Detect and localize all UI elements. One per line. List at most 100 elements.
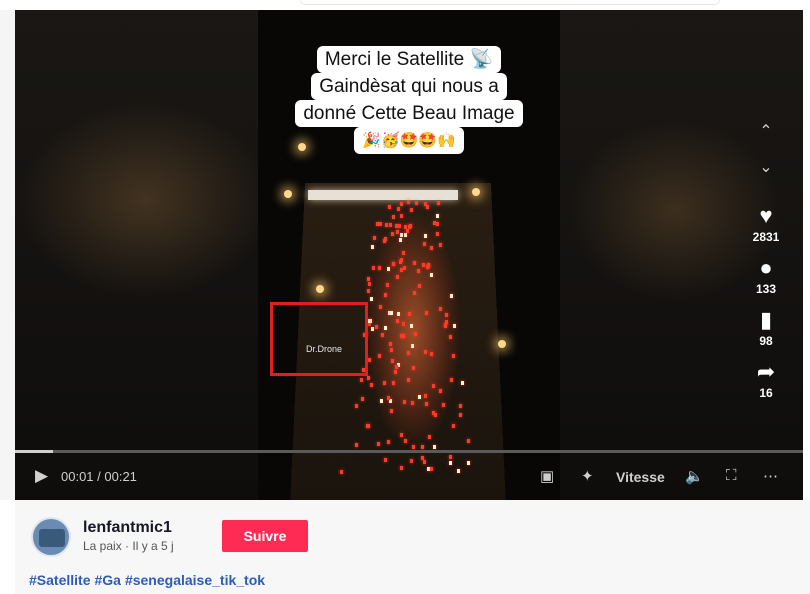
car-light: [388, 204, 392, 209]
car-light: [396, 318, 400, 323]
car-light: [386, 395, 390, 400]
car-light: [399, 213, 403, 218]
car-light: [407, 312, 411, 317]
car-light: [400, 267, 404, 272]
car-light: [448, 334, 452, 339]
volume-icon[interactable]: 🔈: [685, 467, 704, 485]
car-light: [442, 402, 446, 407]
car-light: [384, 293, 388, 298]
car-light: [409, 324, 413, 329]
car-light: [392, 215, 396, 220]
top-bar: [0, 0, 810, 10]
street-lamp: [284, 190, 292, 198]
street-lamp: [316, 285, 324, 293]
car-light: [390, 232, 394, 237]
car-light: [451, 353, 455, 358]
player-controls: ▶ 00:01 / 00:21 ▣ ✦ Vitesse 🔈 ⛶ ⋯: [15, 458, 803, 494]
car-light: [403, 265, 407, 270]
progress-fill: [15, 450, 53, 453]
hashtag-list: #Satellite #Ga #senegalaise_tik_tok: [29, 572, 269, 588]
more-icon[interactable]: ⋯: [763, 467, 778, 485]
car-light: [391, 359, 395, 364]
share-action[interactable]: ➦ 16: [735, 360, 797, 401]
car-light: [428, 434, 432, 439]
avatar-image: [39, 529, 65, 547]
car-light: [368, 358, 372, 363]
car-light: [366, 376, 370, 381]
car-light: [424, 311, 428, 316]
car-light: [421, 263, 425, 268]
comment-action[interactable]: ● 133: [735, 256, 797, 297]
video-caption: Merci le Satellite 📡 Gaindèsat qui nous …: [258, 46, 560, 154]
car-light: [366, 276, 370, 281]
bookmark-icon[interactable]: ▮: [735, 308, 797, 332]
chevron-down-icon[interactable]: ⌄: [735, 156, 797, 192]
car-light: [380, 399, 384, 404]
car-light: [396, 230, 400, 235]
follow-button[interactable]: Suivre: [222, 520, 308, 552]
car-light: [382, 381, 386, 386]
avatar[interactable]: [31, 517, 71, 557]
video-frame[interactable]: Merci le Satellite 📡 Gaindèsat qui nous …: [258, 10, 560, 500]
caption-line: Merci le Satellite 📡: [316, 46, 502, 73]
video-player[interactable]: Merci le Satellite 📡 Gaindèsat qui nous …: [15, 10, 803, 500]
car-light: [377, 353, 381, 358]
author-username[interactable]: lenfantmic1: [83, 519, 172, 537]
car-light: [444, 312, 448, 317]
like-action[interactable]: ♥ 2831: [735, 204, 797, 245]
save-count: 98: [759, 334, 773, 348]
car-light: [417, 283, 421, 288]
chevron-up-icon[interactable]: ⌃: [735, 120, 797, 156]
car-light: [386, 283, 390, 288]
car-light: [436, 213, 440, 218]
share-count: 16: [759, 386, 773, 400]
quality-icon[interactable]: ✦: [581, 467, 594, 485]
car-light: [407, 378, 411, 383]
car-light: [390, 311, 394, 316]
car-light: [407, 200, 411, 205]
car-light: [429, 352, 433, 357]
car-light: [368, 282, 372, 287]
car-light: [453, 323, 457, 328]
pip-icon[interactable]: ▣: [540, 467, 554, 485]
top-divider: [300, 0, 720, 5]
car-light: [387, 439, 391, 444]
car-light: [450, 293, 454, 298]
hashtag-link[interactable]: #Ga: [94, 572, 120, 588]
comment-icon[interactable]: ●: [735, 256, 797, 280]
car-light: [424, 393, 428, 398]
heart-icon[interactable]: ♥: [735, 204, 797, 228]
car-light: [431, 384, 435, 389]
car-light: [376, 441, 380, 446]
hashtag-link[interactable]: #Satellite: [29, 572, 90, 588]
hashtag-link[interactable]: #senegalaise_tik_tok: [125, 572, 265, 588]
car-light: [429, 272, 433, 277]
highlight-box: [270, 302, 368, 376]
car-light: [410, 343, 414, 348]
car-light: [393, 370, 397, 375]
car-light: [379, 222, 383, 227]
left-strip: [0, 10, 15, 500]
car-light: [449, 378, 453, 383]
car-light: [451, 424, 455, 429]
car-light: [411, 444, 415, 449]
car-light: [433, 444, 437, 449]
save-action[interactable]: ▮ 98: [735, 308, 797, 349]
share-icon[interactable]: ➦: [735, 360, 797, 384]
car-light: [425, 264, 429, 269]
car-light: [460, 381, 464, 386]
car-light: [399, 201, 403, 206]
car-light: [398, 224, 402, 229]
car-light: [421, 445, 425, 450]
car-light: [406, 229, 410, 234]
car-light: [443, 324, 447, 329]
fullscreen-icon[interactable]: ⛶: [726, 467, 737, 484]
play-icon[interactable]: ▶: [35, 466, 48, 486]
progress-bar[interactable]: [15, 450, 803, 453]
car-light: [439, 389, 443, 394]
speed-button[interactable]: Vitesse: [616, 469, 665, 485]
car-light: [418, 395, 422, 400]
car-light: [377, 266, 381, 271]
car-light: [388, 342, 392, 347]
car-light: [439, 307, 443, 312]
